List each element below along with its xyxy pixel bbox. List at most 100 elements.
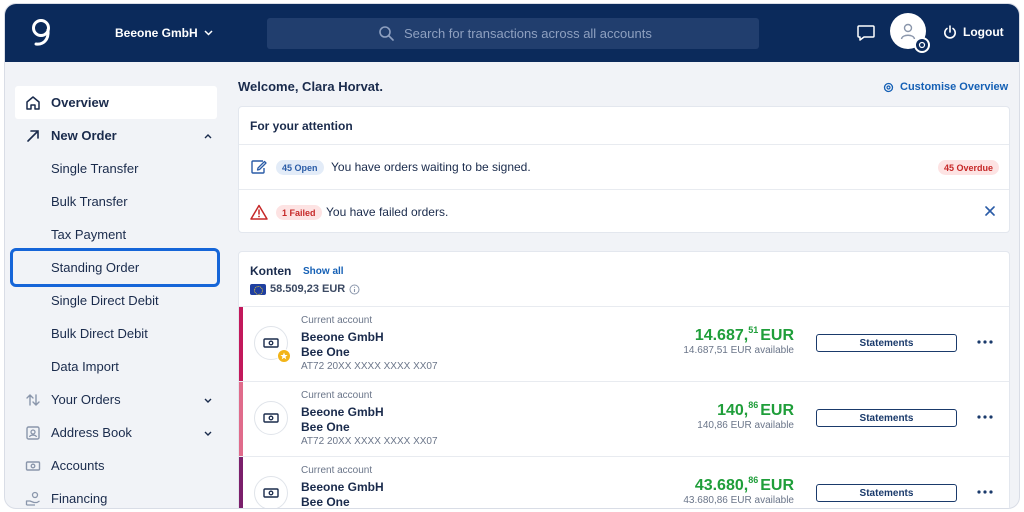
- attention-text: You have orders waiting to be signed.: [331, 160, 531, 174]
- logout-button[interactable]: Logout: [943, 25, 1004, 39]
- sidebar-item-bulk-transfer[interactable]: Bulk Transfer: [15, 185, 227, 218]
- sidebar-item-bulk-direct-debit[interactable]: Bulk Direct Debit: [15, 317, 227, 350]
- sidebar-item-label: Address Book: [51, 425, 132, 440]
- sidebar-item-new-order[interactable]: New Order: [15, 119, 227, 152]
- attention-card: For your attention 45 Open You have orde…: [238, 106, 1010, 233]
- sidebar: Overview New Order Single Transfer Bulk …: [10, 86, 227, 508]
- sidebar-item-your-orders[interactable]: Your Orders: [15, 383, 227, 416]
- account-type: Current account: [301, 315, 373, 326]
- sidebar-item-label: Overview: [51, 95, 109, 110]
- chevron-down-icon: [204, 398, 212, 403]
- gear-icon: [883, 82, 894, 92]
- account-color-stripe: [239, 382, 243, 457]
- sidebar-item-label: Accounts: [51, 458, 105, 473]
- sidebar-item-label: Data Import: [51, 359, 119, 374]
- account-iban: AT72 20XX XXXX XXXX XX07: [301, 361, 438, 372]
- home-icon: [26, 96, 40, 110]
- search-bar[interactable]: [267, 18, 759, 49]
- settings-badge: [914, 37, 930, 53]
- attention-row-sign[interactable]: 45 Open You have orders waiting to be si…: [239, 144, 1009, 190]
- chevron-down-icon: [204, 431, 212, 436]
- account-iban: AT72 20XX XXXX XXXX XX07: [301, 436, 438, 447]
- account-name: Bee One: [301, 495, 350, 509]
- message-icon[interactable]: [856, 24, 876, 42]
- open-badge: 45 Open: [276, 160, 324, 175]
- more-icon[interactable]: [976, 412, 994, 422]
- logo-icon[interactable]: [27, 16, 57, 50]
- customise-overview-link[interactable]: Customise Overview: [883, 81, 1008, 93]
- sidebar-item-single-transfer[interactable]: Single Transfer: [15, 152, 227, 185]
- account-type: Current account: [301, 390, 373, 401]
- accounts-title: Konten: [250, 264, 292, 278]
- contact-card-icon: [26, 426, 40, 440]
- attention-row-failed[interactable]: 1 Failed You have failed orders.: [239, 189, 1009, 235]
- sidebar-item-label: Financing: [51, 491, 108, 506]
- sidebar-item-label: Your Orders: [51, 392, 121, 407]
- chevron-down-icon: [204, 30, 213, 36]
- banknote-icon: [263, 338, 279, 348]
- arrow-up-right-icon: [27, 130, 39, 142]
- sidebar-item-label: Single Transfer: [51, 161, 139, 176]
- account-balance: 140,86 EUR: [717, 400, 794, 419]
- overdue-badge: 45 Overdue: [937, 160, 999, 175]
- account-available: 43.680,86 EUR available: [683, 495, 794, 506]
- statements-button[interactable]: Statements: [816, 334, 957, 352]
- statements-button[interactable]: Statements: [816, 409, 957, 427]
- more-icon[interactable]: [976, 487, 994, 497]
- more-icon[interactable]: [976, 337, 994, 347]
- sidebar-item-data-import[interactable]: Data Import: [15, 350, 227, 383]
- accounts-card: Konten Show all 58.509,23 EUR Current ac…: [238, 251, 1010, 509]
- account-color-stripe: [239, 457, 243, 508]
- user-avatar[interactable]: [890, 13, 930, 53]
- sidebar-item-financing[interactable]: Financing: [15, 482, 227, 508]
- search-input[interactable]: [404, 26, 704, 41]
- account-avatar: [254, 401, 288, 435]
- banknote-icon: [263, 488, 279, 498]
- account-row[interactable]: Current account Beeone GmbH Bee One AT72…: [239, 381, 1009, 457]
- search-icon: [379, 26, 394, 41]
- warning-icon: [250, 204, 268, 220]
- close-icon[interactable]: [985, 206, 995, 216]
- customise-label: Customise Overview: [900, 81, 1009, 93]
- sidebar-item-label: Single Direct Debit: [51, 293, 159, 308]
- sidebar-item-label: Standing Order: [51, 260, 140, 275]
- company-switcher[interactable]: Beeone GmbH: [115, 26, 213, 40]
- account-available: 140,86 EUR available: [697, 420, 794, 431]
- sidebar-item-label: New Order: [51, 128, 117, 143]
- account-row[interactable]: Current account Beeone GmbH Bee One 43.6…: [239, 456, 1009, 509]
- sidebar-item-overview[interactable]: Overview: [15, 86, 217, 119]
- user-icon: [900, 23, 916, 40]
- logout-label: Logout: [963, 25, 1004, 39]
- sidebar-item-tax-payment[interactable]: Tax Payment: [15, 218, 227, 251]
- favorite-star-icon: [277, 349, 291, 363]
- sidebar-item-standing-order[interactable]: Standing Order: [10, 248, 220, 287]
- account-name: Bee One: [301, 345, 350, 359]
- chevron-up-icon: [204, 134, 212, 139]
- banknote-icon: [25, 461, 41, 471]
- eu-flag-icon: [250, 283, 266, 295]
- statements-button[interactable]: Statements: [816, 484, 957, 502]
- failed-badge: 1 Failed: [276, 205, 322, 220]
- account-name: Bee One: [301, 420, 350, 434]
- gear-icon: [918, 41, 926, 49]
- sidebar-item-accounts[interactable]: Accounts: [15, 449, 227, 482]
- account-available: 14.687,51 EUR available: [683, 345, 794, 356]
- account-color-stripe: [239, 307, 243, 382]
- account-type: Current account: [301, 465, 373, 476]
- sidebar-item-single-direct-debit[interactable]: Single Direct Debit: [15, 284, 227, 317]
- info-icon[interactable]: [349, 284, 360, 295]
- account-holder: Beeone GmbH: [301, 480, 384, 494]
- arrows-updown-icon: [26, 394, 40, 406]
- sidebar-item-label: Tax Payment: [51, 227, 127, 242]
- sidebar-item-label: Bulk Transfer: [51, 194, 128, 209]
- accounts-total: 58.509,23 EUR: [250, 283, 360, 295]
- account-row[interactable]: Current account Beeone GmbH Bee One AT72…: [239, 306, 1009, 382]
- show-all-link[interactable]: Show all: [303, 266, 344, 277]
- hand-coin-icon: [25, 491, 40, 506]
- sidebar-item-address-book[interactable]: Address Book: [15, 416, 227, 449]
- account-holder: Beeone GmbH: [301, 405, 384, 419]
- attention-text: You have failed orders.: [326, 205, 449, 219]
- power-icon: [944, 25, 956, 39]
- sidebar-item-label: Bulk Direct Debit: [51, 326, 148, 341]
- attention-title: For your attention: [250, 119, 353, 133]
